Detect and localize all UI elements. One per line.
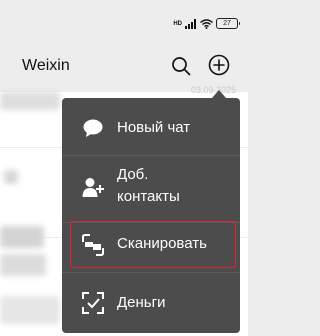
menu-divider xyxy=(62,155,240,156)
menu-item-add-contacts[interactable]: Доб. контакты xyxy=(62,160,240,216)
add-contact-icon xyxy=(82,178,104,197)
menu-item-new-chat[interactable]: Новый чат xyxy=(62,110,240,146)
chat-bubble-icon xyxy=(83,119,103,137)
search-icon[interactable] xyxy=(171,56,191,76)
plus-dropdown-menu: Новый чат Доб. контакты Сканировать День… xyxy=(62,98,240,333)
weixin-screen: HD 27 Weixin 03.09.2025 Новый чат Доб. к… xyxy=(0,0,248,336)
menu-item-label: Сканировать xyxy=(117,235,207,252)
hd-indicator: HD xyxy=(173,20,182,27)
wifi-icon xyxy=(200,18,213,29)
menu-divider xyxy=(62,272,240,273)
status-icons: HD 27 xyxy=(173,18,240,29)
menu-item-label: Новый чат xyxy=(117,119,191,136)
signal-icon xyxy=(185,18,196,29)
scan-icon xyxy=(82,234,104,256)
menu-item-label: Деньги xyxy=(117,294,166,311)
status-bar: HD 27 xyxy=(0,0,248,40)
app-title: Weixin xyxy=(22,57,70,74)
menu-item-scan[interactable]: Сканировать xyxy=(62,226,240,262)
add-plus-icon[interactable] xyxy=(208,54,230,76)
money-icon xyxy=(82,292,104,314)
battery-icon: 27 xyxy=(216,18,240,29)
menu-arrow xyxy=(212,90,226,98)
battery-level: 27 xyxy=(223,20,231,27)
menu-item-label: Доб. контакты xyxy=(117,166,180,205)
menu-item-money[interactable]: Деньги xyxy=(62,286,240,322)
